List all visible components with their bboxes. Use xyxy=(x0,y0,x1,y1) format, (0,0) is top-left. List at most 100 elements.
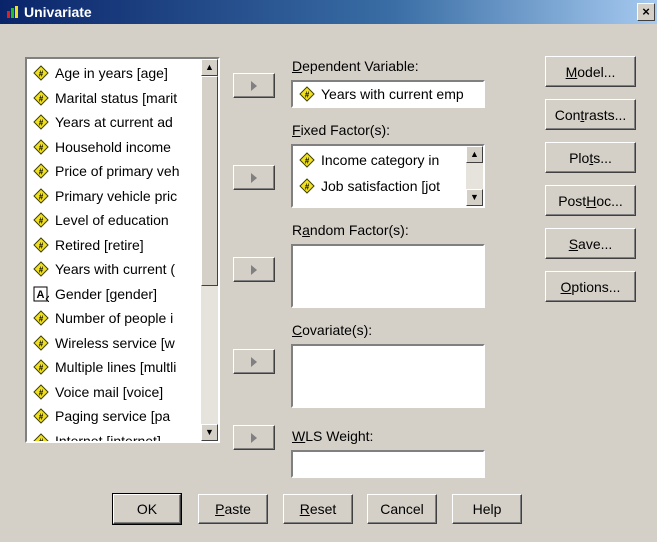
title-bar: Univariate × xyxy=(0,0,657,24)
variable-list-item[interactable]: # Wireless service [w xyxy=(27,331,201,356)
svg-text:#: # xyxy=(39,413,44,422)
help-button[interactable]: Help xyxy=(452,494,522,524)
scale-variable-icon: # xyxy=(33,89,49,106)
reset-button[interactable]: Reset xyxy=(283,494,353,524)
move-to-fixed-button[interactable] xyxy=(233,165,275,190)
right-arrow-icon xyxy=(251,264,257,275)
move-to-wls-button[interactable] xyxy=(233,425,275,450)
svg-text:#: # xyxy=(39,315,44,324)
scale-variable-icon: # xyxy=(33,138,49,155)
svg-text:#: # xyxy=(39,217,44,226)
random-factors-list[interactable] xyxy=(291,244,485,308)
model-button[interactable]: Model... xyxy=(545,56,636,87)
right-arrow-icon xyxy=(251,356,257,367)
scroll-thumb[interactable] xyxy=(201,76,218,286)
variable-list-item[interactable]: # Internet [internet] xyxy=(27,429,201,443)
variable-label: Years at current ad xyxy=(55,114,173,130)
window-title: Univariate xyxy=(24,4,92,20)
variable-list-item[interactable]: # Years with current ( xyxy=(27,257,201,282)
variable-list-items: # Age in years [age] # Marital status [mari… xyxy=(27,61,201,443)
variable-label: Level of education xyxy=(55,212,169,228)
paste-button[interactable]: Paste xyxy=(198,494,268,524)
svg-text:#: # xyxy=(39,192,44,201)
variable-list-item[interactable]: # Retired [retire] xyxy=(27,233,201,258)
fixed-factor-item[interactable]: # Job satisfaction [jot xyxy=(293,174,466,198)
move-to-dependent-button[interactable] xyxy=(233,73,275,98)
variable-list[interactable]: # Age in years [age] # Marital status [mari… xyxy=(25,57,220,443)
right-arrow-icon xyxy=(251,172,257,183)
svg-text:#: # xyxy=(39,437,44,443)
random-factors-label: Random Factor(s): xyxy=(292,222,409,238)
contrasts-button[interactable]: Con t rasts... xyxy=(545,99,636,130)
dependent-variable-item[interactable]: # Years with current emp xyxy=(293,82,483,106)
svg-text:#: # xyxy=(39,143,44,152)
move-to-covariate-button[interactable] xyxy=(233,349,275,374)
variable-label: Age in years [age] xyxy=(55,65,168,81)
scale-variable-icon: # xyxy=(33,212,49,228)
scroll-up-button[interactable]: ▲ xyxy=(466,146,483,163)
scale-variable-icon: # xyxy=(33,236,49,253)
svg-text:#: # xyxy=(39,70,44,79)
scale-variable-icon: # xyxy=(33,65,49,81)
dependent-variable-field[interactable]: # Years with current emp xyxy=(291,80,485,108)
variable-list-item[interactable]: # Price of primary veh xyxy=(27,159,201,184)
save-button[interactable]: Save... xyxy=(545,228,636,259)
scroll-up-button[interactable]: ▲ xyxy=(201,59,218,76)
variable-list-item[interactable]: # Marital status [marit xyxy=(27,86,201,111)
wls-weight-field[interactable] xyxy=(291,450,485,478)
move-to-random-button[interactable] xyxy=(233,257,275,282)
wls-weight-label: WLS Weight: xyxy=(292,428,374,444)
variable-list-item[interactable]: # Primary vehicle pric xyxy=(27,184,201,209)
right-arrow-icon xyxy=(251,432,257,443)
variable-list-item[interactable]: # Number of people i xyxy=(27,306,201,331)
scale-variable-icon: # xyxy=(33,261,49,277)
scale-variable-icon: # xyxy=(33,432,49,443)
covariates-label: Covariate(s): xyxy=(292,322,373,338)
plots-button[interactable]: Plo t s... xyxy=(545,142,636,173)
variable-list-item[interactable]: # Years at current ad xyxy=(27,110,201,135)
variable-list-item[interactable]: # Age in years [age] xyxy=(27,61,201,86)
svg-text:#: # xyxy=(305,183,310,192)
variable-label: Gender [gender] xyxy=(55,285,157,302)
scale-variable-icon: # xyxy=(33,310,49,326)
variable-label: Retired [retire] xyxy=(55,236,144,253)
variable-label: Paging service [pa xyxy=(55,408,171,424)
scale-variable-icon: # xyxy=(33,383,49,400)
fixed-factors-label: Fixed Factor(s): xyxy=(292,122,391,138)
scroll-down-button[interactable]: ▼ xyxy=(201,424,218,441)
options-button[interactable]: Options... xyxy=(545,271,636,302)
spss-app-icon xyxy=(7,6,18,18)
scale-variable-icon: # xyxy=(33,114,49,130)
svg-text:A: A xyxy=(37,289,45,301)
scale-variable-icon: # xyxy=(33,408,49,424)
right-arrow-icon xyxy=(251,80,257,91)
scale-variable-icon: # xyxy=(299,86,315,102)
dependent-variable-label: Dependent Variable: xyxy=(292,58,419,74)
covariates-list[interactable] xyxy=(291,344,485,408)
variable-list-item[interactable]: A Gender [gender] xyxy=(27,282,201,307)
variable-list-item[interactable]: # Multiple lines [multli xyxy=(27,355,201,380)
scale-variable-icon: # xyxy=(33,334,49,351)
fixed-factor-item[interactable]: # Income category in xyxy=(293,148,466,172)
close-button[interactable]: × xyxy=(637,3,655,21)
string-variable-icon: A xyxy=(33,286,49,302)
scale-variable-icon: # xyxy=(33,187,49,204)
cancel-button[interactable]: Cancel xyxy=(367,494,437,524)
variable-list-item[interactable]: # Voice mail [voice] xyxy=(27,380,201,405)
variable-list-scrollbar[interactable]: ▲ ▼ xyxy=(201,59,218,441)
scale-variable-icon: # xyxy=(33,359,49,375)
ok-button[interactable]: OK xyxy=(112,493,182,525)
variable-list-item[interactable]: # Level of education xyxy=(27,208,201,233)
svg-text:#: # xyxy=(39,241,44,250)
fixed-factors-list[interactable]: # Income category in # Job satisfaction … xyxy=(291,144,485,208)
fixed-factors-scrollbar[interactable]: ▲ ▼ xyxy=(466,146,483,206)
scroll-down-button[interactable]: ▼ xyxy=(466,189,483,206)
svg-text:#: # xyxy=(39,388,44,397)
variable-label: Voice mail [voice] xyxy=(55,383,164,400)
svg-text:#: # xyxy=(39,364,44,373)
svg-text:#: # xyxy=(39,339,44,348)
post-hoc-button[interactable]: Post Hoc... xyxy=(545,185,636,216)
svg-text:#: # xyxy=(305,157,310,166)
variable-list-item[interactable]: # Household income xyxy=(27,135,201,160)
variable-list-item[interactable]: # Paging service [pa xyxy=(27,404,201,429)
